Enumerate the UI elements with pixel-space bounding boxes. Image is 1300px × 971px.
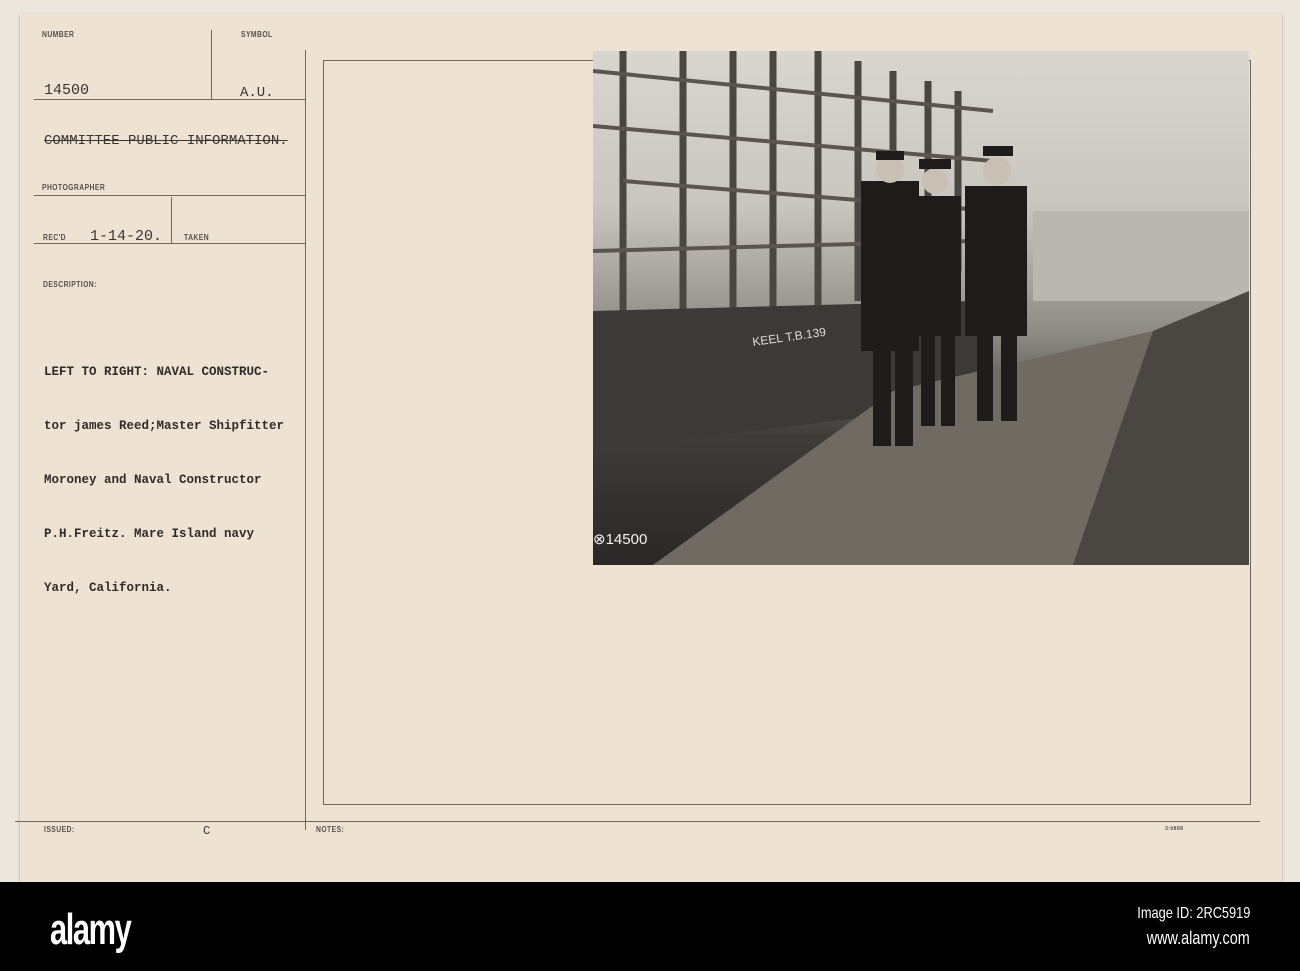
image-id: Image ID: 2RC5919 [1136,905,1250,922]
description-line: P.H.Freitz. Mare Island navy [44,527,255,541]
notes-label: NOTES: [316,825,345,834]
description-line: tor james Reed;Master Shipfitter [44,419,285,433]
symbol-label: SYMBOL [241,30,273,39]
footer-bar [0,882,1300,971]
photo-scene: KEEL T.B.139 ⊗14500 [593,51,1249,565]
alamy-logo: alamy [50,905,132,954]
divider [34,99,305,100]
site-url: www.alamy.com [1147,928,1250,948]
divider [211,30,212,100]
recd-label: REC'D [43,233,67,242]
form-number: 3-5608 [1165,826,1184,832]
description-line: Moroney and Naval Constructor [44,473,262,487]
taken-label: TAKEN [184,233,210,242]
divider [15,821,1260,822]
negative-number: ⊗14500 [593,531,647,548]
divider [305,50,306,830]
description-line: LEFT TO RIGHT: NAVAL CONSTRUC- [44,365,270,379]
issued-mark: C [203,824,211,838]
number-value: 14500 [44,82,90,99]
photograph: KEEL T.B.139 ⊗14500 [593,51,1249,565]
description-line: Yard, California. [44,581,172,595]
source-text: COMMITTEE PUBLIC INFORMATION. [44,133,288,149]
number-label: NUMBER [42,30,75,39]
divider [34,243,305,244]
divider [34,195,305,196]
divider [171,197,172,243]
description-label: DESCRIPTION: [43,280,97,289]
description-text: LEFT TO RIGHT: NAVAL CONSTRUC- tor james… [44,327,284,615]
issued-label: ISSUED: [44,825,75,834]
photographer-label: PHOTOGRAPHER [42,183,106,192]
